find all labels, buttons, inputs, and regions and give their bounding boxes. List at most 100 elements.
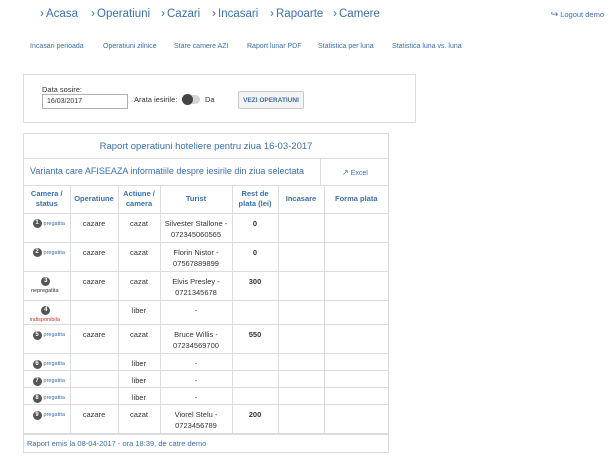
toggle-knob [182, 94, 193, 105]
forma-plata-cell[interactable] [323, 370, 388, 388]
toggle-label: Da [205, 95, 215, 104]
variant-row: Varianta care AFISEAZA informatiile desp… [24, 159, 388, 186]
show-exits-toggle[interactable] [182, 94, 200, 105]
subnav-operatiuni-zilnice[interactable]: Operatiuni zilnice [103, 43, 157, 50]
nav-item-camere[interactable]: › Camere [333, 6, 380, 20]
room-number-badge: 5 [32, 330, 42, 340]
forma-plata-cell[interactable] [323, 270, 388, 301]
operatiune-cell: cazare [69, 404, 119, 434]
variant-description: Varianta care AFISEAZA informatiile desp… [30, 166, 304, 176]
incasare-cell[interactable] [277, 270, 325, 301]
date-label: Data sosire: [42, 85, 83, 94]
rest-plata-cell: 200 [231, 404, 279, 434]
incasare-cell[interactable] [277, 353, 325, 371]
view-operations-button[interactable]: VEZI OPERATIUNI [238, 91, 304, 109]
incasare-cell[interactable] [277, 212, 325, 243]
subnav-statistica-per-luna[interactable]: Statistica per luna [318, 43, 374, 50]
table-header-row: Camera / status Operatiune Actiune / cam… [24, 186, 388, 214]
forma-plata-cell[interactable] [323, 241, 388, 272]
date-input[interactable] [42, 94, 128, 109]
show-exits-label: Arata iesirile: [134, 95, 178, 104]
operatiune-cell [69, 299, 119, 325]
nav-item-operatiuni[interactable]: › Operatiuni [91, 6, 150, 20]
table-row: 4 indisponibila liber - [24, 299, 388, 325]
camera-status-cell: 4 indisponibila [24, 299, 71, 325]
excel-label: Excel [350, 170, 368, 177]
subnav-statistica-luna-vs-luna[interactable]: Statistica luna vs. luna [392, 43, 462, 50]
camera-status-cell: 2 pregatita [24, 241, 71, 272]
forma-plata-cell[interactable] [323, 404, 388, 434]
subnav-stare-camere-azi[interactable]: Stare camere AZI [174, 43, 228, 50]
forma-plata-cell[interactable] [323, 299, 388, 325]
nav-item-cazari[interactable]: › Cazari [161, 6, 200, 20]
report-footer: Raport emis la 08-04-2017 - ora 18:39, d… [24, 434, 388, 452]
rest-plata-cell [231, 387, 279, 405]
operatiune-cell [69, 387, 119, 405]
room-number-badge: 1 [32, 219, 42, 229]
room-status[interactable]: nepregatita [20, 287, 70, 295]
room-status[interactable]: pregatita [44, 249, 65, 255]
turist-cell: - [159, 353, 233, 371]
subnav-incasari-perioada[interactable]: Incasari perioada [30, 43, 84, 50]
top-navigation: › Acasa › Operatiuni › Cazari › Incasari › Ra… [0, 0, 612, 28]
incasare-cell[interactable] [277, 324, 325, 354]
table-row: 8 pregatita liber - [24, 387, 388, 405]
nav-item-incasari[interactable]: › Incasari [212, 6, 258, 20]
camera-status-cell: 3 nepregatita [24, 270, 71, 301]
room-status[interactable]: pregatita [44, 378, 65, 384]
nav-item-label: Operatiuni [97, 8, 151, 20]
nav-item-acasa[interactable]: › Acasa [40, 6, 78, 20]
turist-cell: - [159, 387, 233, 405]
incasare-cell[interactable] [277, 241, 325, 272]
turist-cell: Bruce Willis - 07234569700 [159, 324, 233, 354]
nav-item-label: Rapoarte [276, 8, 324, 20]
table-row: 5 pregatita cazare cazat Bruce Willis - 0723… [24, 324, 388, 354]
room-status[interactable]: pregatita [44, 220, 65, 226]
room-status[interactable]: pregatita [44, 395, 65, 401]
incasare-cell[interactable] [277, 387, 325, 405]
filter-panel: Data sosire: Arata iesirile: Da VEZI OPE… [23, 74, 416, 123]
room-number-badge: 8 [32, 393, 42, 403]
camera-status-cell: 1 pregatita [24, 212, 71, 243]
external-link-icon: ↗ [342, 168, 349, 177]
incasare-cell[interactable] [277, 370, 325, 388]
nav-item-rapoarte[interactable]: › Rapoarte [270, 6, 323, 20]
operatiune-cell [69, 353, 119, 371]
col-header-actiune-camera: Actiune / camera [117, 186, 161, 214]
turist-cell: Viorel Stelu - 0723456789 [159, 404, 233, 434]
table-row: 7 pregatita liber - [24, 370, 388, 388]
forma-plata-cell[interactable] [323, 387, 388, 405]
room-number-badge: 2 [32, 248, 42, 258]
camera-status-cell: 7 pregatita [24, 370, 71, 388]
actiune-cell: liber [117, 353, 161, 371]
table-row: 6 pregatita liber - [24, 353, 388, 371]
room-number-badge: 9 [32, 410, 42, 420]
room-status[interactable]: pregatita [44, 332, 65, 338]
operatiune-cell: cazare [69, 241, 119, 272]
turist-cell: Florin Nistor - 07567889899 [159, 241, 233, 272]
col-header-camera-status: Camera / status [24, 186, 71, 214]
forma-plata-cell[interactable] [323, 353, 388, 371]
camera-status-cell: 5 pregatita [24, 324, 71, 354]
room-number-badge: 3 [41, 277, 51, 287]
incasare-cell[interactable] [277, 404, 325, 434]
subnav-raport-lunar-pdf[interactable]: Raport lunar PDF [247, 43, 301, 50]
turist-cell: - [159, 299, 233, 325]
actiune-cell: liber [117, 370, 161, 388]
room-number-badge: 7 [32, 376, 42, 386]
turist-cell: Elvis Presley - 0721345678 [159, 270, 233, 301]
col-header-operatiune: Operatiune [69, 186, 119, 214]
forma-plata-cell[interactable] [323, 212, 388, 243]
chevron-right-icon: › [212, 6, 216, 20]
table-row: 9 pregatita cazare cazat Viorel Stelu - 0723… [24, 404, 388, 434]
room-status[interactable]: pregatita [44, 412, 65, 418]
incasare-cell[interactable] [277, 299, 325, 325]
logout-link[interactable]: ↪ Logout demo [551, 9, 604, 20]
col-header-rest-plata: Rest de plata (lei) [231, 186, 279, 214]
operatiune-cell: cazare [69, 212, 119, 243]
forma-plata-cell[interactable] [323, 324, 388, 354]
room-status[interactable]: pregatita [44, 361, 65, 367]
chevron-right-icon: › [40, 6, 44, 20]
room-status[interactable]: indisponibila [20, 316, 70, 324]
excel-export-link[interactable]: ↗ Excel [342, 168, 368, 177]
